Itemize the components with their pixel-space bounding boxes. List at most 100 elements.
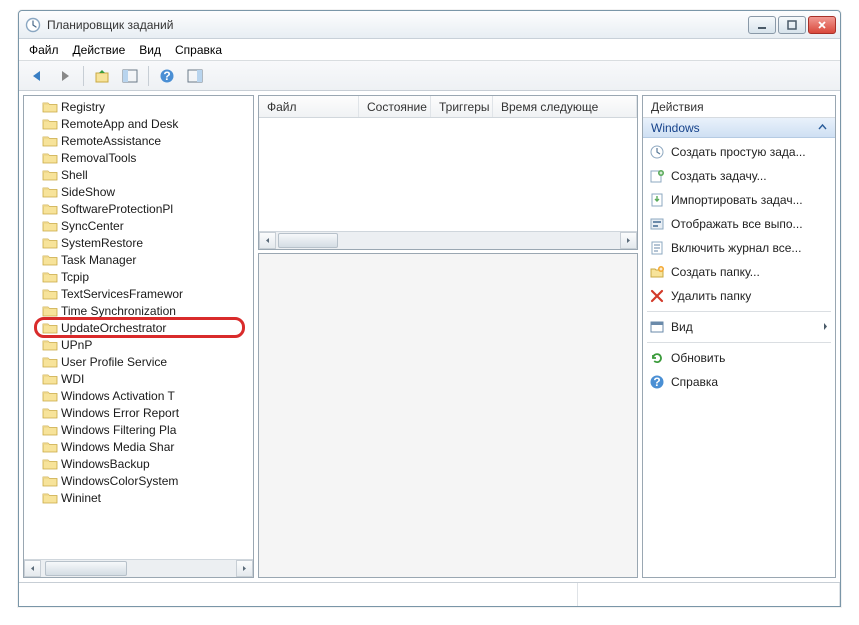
scroll-left-button[interactable]: [24, 560, 41, 577]
col-file[interactable]: Файл: [259, 96, 359, 117]
divider: [647, 342, 831, 343]
folder-icon: [42, 134, 58, 148]
col-nextrun[interactable]: Время следующе: [493, 96, 637, 117]
up-button[interactable]: [90, 64, 114, 88]
middle-column: Файл Состояние Триггеры Время следующе: [258, 95, 638, 578]
action-item[interactable]: Создать папку...: [643, 260, 835, 284]
tree-item[interactable]: Windows Activation T: [28, 387, 253, 404]
folder-icon: [42, 491, 58, 505]
tree-item-label: UpdateOrchestrator: [61, 321, 166, 335]
scroll-track[interactable]: [276, 232, 620, 249]
folder-icon: [42, 423, 58, 437]
tree-item-label: Tcpip: [61, 270, 89, 284]
window-title: Планировщик заданий: [47, 18, 748, 32]
tree-item[interactable]: SoftwareProtectionPl: [28, 200, 253, 217]
menu-view[interactable]: Вид: [139, 43, 161, 57]
tree-item-label: SystemRestore: [61, 236, 143, 250]
tree-item[interactable]: SystemRestore: [28, 234, 253, 251]
tree-item[interactable]: RemovalTools: [28, 149, 253, 166]
action-item[interactable]: Включить журнал все...: [643, 236, 835, 260]
help-toolbar-button[interactable]: ?: [155, 64, 179, 88]
tree-item[interactable]: Windows Error Report: [28, 404, 253, 421]
toolbar: ?: [19, 61, 840, 91]
folder-icon: [42, 185, 58, 199]
folder-icon: [42, 389, 58, 403]
tree-item[interactable]: SideShow: [28, 183, 253, 200]
delete-icon: [649, 288, 665, 304]
scroll-thumb[interactable]: [45, 561, 127, 576]
action-item[interactable]: ?Справка: [643, 370, 835, 394]
folder-icon: [42, 270, 58, 284]
action-label: Импортировать задач...: [671, 193, 803, 207]
tree-item-label: WindowsColorSystem: [61, 474, 178, 488]
minimize-button[interactable]: [748, 16, 776, 34]
view-icon: [649, 319, 665, 335]
forward-button[interactable]: [53, 64, 77, 88]
tree-hscroll[interactable]: [24, 559, 253, 577]
show-actions-button[interactable]: [183, 64, 207, 88]
tree-item-label: RemoteApp and Desk: [61, 117, 178, 131]
svg-text:?: ?: [653, 375, 660, 389]
action-item[interactable]: Создать задачу...: [643, 164, 835, 188]
tree-item-label: Windows Activation T: [61, 389, 175, 403]
log-icon: [649, 240, 665, 256]
col-triggers[interactable]: Триггеры: [431, 96, 493, 117]
tree-item[interactable]: Registry: [28, 98, 253, 115]
tree-item[interactable]: WindowsColorSystem: [28, 472, 253, 489]
scroll-track[interactable]: [41, 560, 236, 577]
scroll-right-button[interactable]: [620, 232, 637, 249]
help-icon: ?: [649, 374, 665, 390]
tree-item-label: Task Manager: [61, 253, 136, 267]
action-item[interactable]: Вид: [643, 315, 835, 339]
col-state[interactable]: Состояние: [359, 96, 431, 117]
menu-action[interactable]: Действие: [73, 43, 126, 57]
tree-item[interactable]: Windows Media Shar: [28, 438, 253, 455]
folder-icon: [42, 219, 58, 233]
tree-item[interactable]: WDI: [28, 370, 253, 387]
tree-item[interactable]: User Profile Service: [28, 353, 253, 370]
tree-item[interactable]: Shell: [28, 166, 253, 183]
content-area: Registry RemoteApp and DeskRemoteAssistan…: [19, 91, 840, 582]
list-body[interactable]: [259, 118, 637, 231]
action-item[interactable]: Отображать все выпо...: [643, 212, 835, 236]
tree-item[interactable]: UPnP: [28, 336, 253, 353]
tree-item[interactable]: UpdateOrchestrator: [28, 319, 253, 336]
folder-icon: [42, 236, 58, 250]
folder-icon: [42, 474, 58, 488]
menu-help[interactable]: Справка: [175, 43, 222, 57]
folder-icon: [42, 457, 58, 471]
folder-icon: [42, 406, 58, 420]
tree-item[interactable]: Wininet: [28, 489, 253, 506]
action-item[interactable]: Импортировать задач...: [643, 188, 835, 212]
folder-icon: [42, 372, 58, 386]
back-button[interactable]: [25, 64, 49, 88]
tree-scroll[interactable]: Registry RemoteApp and DeskRemoteAssistan…: [24, 96, 253, 559]
tree-item-label: WindowsBackup: [61, 457, 150, 471]
maximize-button[interactable]: [778, 16, 806, 34]
tree-item[interactable]: Task Manager: [28, 251, 253, 268]
action-item[interactable]: Создать простую зада...: [643, 140, 835, 164]
scroll-thumb[interactable]: [278, 233, 338, 248]
task-new-icon: [649, 168, 665, 184]
show-hide-tree-button[interactable]: [118, 64, 142, 88]
list-hscroll[interactable]: [259, 231, 637, 249]
tree-item[interactable]: RemoteAssistance: [28, 132, 253, 149]
collapse-icon: [818, 121, 827, 135]
tree-item[interactable]: TextServicesFramewor: [28, 285, 253, 302]
folder-icon: [42, 202, 58, 216]
tree-item[interactable]: SyncCenter: [28, 217, 253, 234]
tree-item[interactable]: WindowsBackup: [28, 455, 253, 472]
titlebar: Планировщик заданий: [19, 11, 840, 39]
tree-item[interactable]: RemoteApp and Desk: [28, 115, 253, 132]
actions-group-header[interactable]: Windows: [643, 118, 835, 138]
tree-item[interactable]: Tcpip: [28, 268, 253, 285]
action-label: Создать задачу...: [671, 169, 767, 183]
tree-item[interactable]: Windows Filtering Pla: [28, 421, 253, 438]
scroll-right-button[interactable]: [236, 560, 253, 577]
action-item[interactable]: Удалить папку: [643, 284, 835, 308]
action-item[interactable]: Обновить: [643, 346, 835, 370]
tree-item[interactable]: Time Synchronization: [28, 302, 253, 319]
menu-file[interactable]: Файл: [29, 43, 59, 57]
close-button[interactable]: [808, 16, 836, 34]
scroll-left-button[interactable]: [259, 232, 276, 249]
